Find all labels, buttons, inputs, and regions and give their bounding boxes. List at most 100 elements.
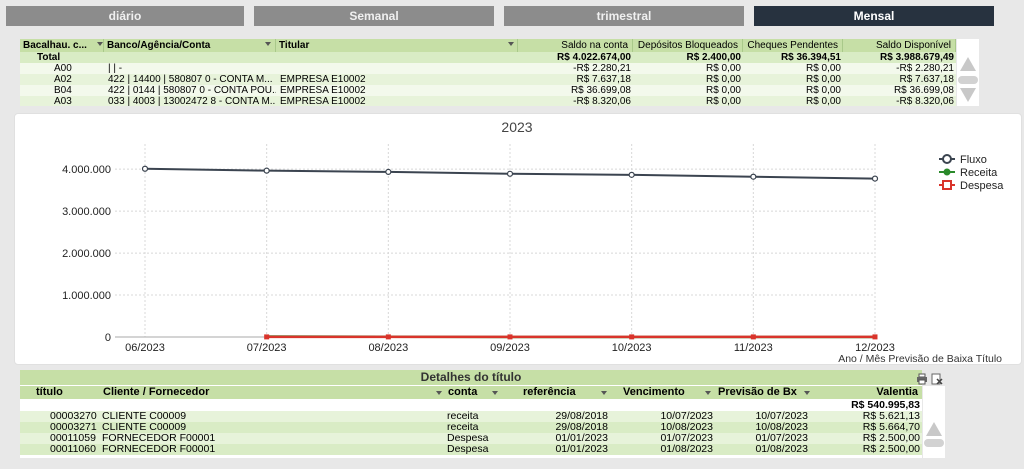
- table-row[interactable]: A02 422 | 14400 | 580807 0 - CONTA M... …: [20, 74, 956, 85]
- cell-disponivel: R$ 36.699,08: [893, 85, 954, 96]
- scroll-thumb[interactable]: [958, 76, 978, 84]
- cell-banco: 033 | 4003 | 13002472 8 - CONTA M...: [108, 96, 276, 106]
- col-header-disponivel[interactable]: Saldo Disponível: [843, 39, 956, 52]
- table-row[interactable]: 00011059 FORNECEDOR F00001 Despesa 01/01…: [20, 433, 922, 444]
- legend-label-receita: Receita: [960, 167, 998, 179]
- col-header-banco[interactable]: Banco/Agência/Conta: [104, 39, 276, 52]
- cell-conta: receita: [447, 422, 479, 433]
- table-row[interactable]: 00011060 FORNECEDOR F00001 Despesa 01/01…: [20, 444, 922, 455]
- point-despesa: [872, 334, 878, 340]
- x-axis-label: Ano / Mês Previsão de Baixa Título: [838, 353, 1002, 365]
- dropdown-arrow-icon[interactable]: [804, 391, 810, 395]
- col-header-previsao[interactable]: Previsão de Bx: [715, 386, 815, 399]
- cell-previsao: 01/08/2023: [755, 444, 808, 455]
- tab-semanal[interactable]: Semanal: [254, 6, 494, 26]
- dropdown-arrow-icon[interactable]: [436, 391, 442, 395]
- legend-marker-receita: [943, 168, 951, 176]
- cell-titulo: 00011060: [50, 444, 96, 455]
- dropdown-arrow-icon[interactable]: [601, 391, 607, 395]
- cell-referencia: 01/01/2023: [555, 444, 608, 455]
- cell-codigo: B04: [54, 85, 72, 96]
- col-header-titulo[interactable]: título: [20, 386, 100, 399]
- export-excel-icon[interactable]: [931, 373, 943, 385]
- x-tick-label: 07/2023: [247, 342, 287, 354]
- table-row[interactable]: 00003271 CLIENTE C00009 receita 29/08/20…: [20, 422, 922, 433]
- cell-saldo: R$ 7.637,18: [576, 74, 632, 85]
- cell-cheques: R$ 0,00: [805, 74, 841, 85]
- cell-banco: 422 | 14400 | 580807 0 - CONTA M...: [108, 74, 273, 85]
- dropdown-arrow-icon[interactable]: [705, 391, 711, 395]
- table-row[interactable]: 00003270 CLIENTE C00009 receita 29/08/20…: [20, 411, 922, 422]
- col-header-conta[interactable]: conta: [445, 386, 520, 399]
- legend-marker-despesa: [942, 180, 952, 190]
- details-scrollbar[interactable]: [923, 386, 945, 458]
- col-header-titular[interactable]: Titular: [276, 39, 518, 52]
- scroll-thumb[interactable]: [924, 439, 944, 447]
- details-table: Detalhes do título título Cliente / Forn…: [20, 370, 922, 458]
- cell-titular: EMPRESA E10002: [280, 74, 366, 85]
- dropdown-arrow-icon[interactable]: [492, 391, 498, 395]
- cell-bloqueados: R$ 0,00: [705, 74, 741, 85]
- cell-bloqueados: R$ 0,00: [705, 85, 741, 96]
- details-total-valor: R$ 540.995,83: [851, 400, 920, 411]
- scroll-down-icon[interactable]: [960, 88, 976, 102]
- cell-disponivel: -R$ 2.280,21: [896, 63, 954, 74]
- cell-valor: R$ 5.621,13: [862, 411, 920, 422]
- cell-saldo: R$ 36.699,08: [570, 85, 631, 96]
- x-tick-label: 09/2023: [490, 342, 530, 354]
- col-header-bloqueados[interactable]: Depósitos Bloqueados: [633, 39, 743, 52]
- details-total-row: R$ 540.995,83: [20, 400, 922, 411]
- table-row[interactable]: A00 | | - -R$ 2.280,21 R$ 0,00 R$ 0,00 -…: [20, 63, 956, 74]
- cell-vencimento: 10/07/2023: [660, 411, 713, 422]
- cell-conta: receita: [447, 411, 479, 422]
- tab-trimestral[interactable]: trimestral: [504, 6, 744, 26]
- cell-banco: | | -: [108, 63, 123, 74]
- cell-titulo: 00003271: [50, 422, 97, 433]
- total-bloqueados: R$ 2.400,00: [686, 52, 742, 63]
- cell-vencimento: 01/07/2023: [660, 433, 713, 444]
- col-header-valor[interactable]: Valentia: [815, 386, 922, 399]
- col-header-vencimento[interactable]: Vencimento: [620, 386, 715, 399]
- printer-icon[interactable]: [916, 373, 928, 385]
- point-fluxo: [871, 175, 879, 182]
- tab-mensal[interactable]: Mensal: [754, 6, 994, 26]
- col-header-cheques[interactable]: Cheques Pendentes: [743, 39, 843, 52]
- cell-titular: EMPRESA E10002: [280, 96, 366, 106]
- cell-cheques: R$ 0,00: [805, 96, 841, 106]
- cell-cliente: FORNECEDOR F00001: [102, 433, 216, 444]
- cell-valor: R$ 2.500,00: [862, 433, 920, 444]
- cell-valor: R$ 5.664,70: [862, 422, 920, 433]
- dropdown-arrow-icon[interactable]: [265, 42, 271, 46]
- cell-conta: Despesa: [447, 444, 489, 455]
- x-tick-label: 10/2023: [612, 342, 652, 354]
- dropdown-arrow-icon[interactable]: [97, 42, 103, 46]
- table-row[interactable]: B04 422 | 0144 | 580807 0 - CONTA POU...…: [20, 85, 956, 96]
- line-chart: 2023 Ano / Mês Previsão de Baixa Título …: [14, 113, 1022, 365]
- tab-diario[interactable]: diário: [6, 6, 244, 26]
- dropdown-arrow-icon[interactable]: [508, 42, 514, 46]
- point-despesa: [385, 334, 391, 340]
- scroll-up-icon[interactable]: [926, 422, 942, 436]
- total-saldo: R$ 4.022.674,00: [557, 52, 631, 63]
- cell-cliente: CLIENTE C00009: [102, 422, 187, 433]
- cell-saldo: -R$ 8.320,06: [573, 96, 631, 106]
- cell-codigo: A03: [54, 96, 72, 106]
- col-header-codigo[interactable]: Bacalhau. c...: [20, 39, 104, 52]
- point-despesa: [750, 334, 756, 340]
- cell-vencimento: 01/08/2023: [660, 444, 713, 455]
- table-row[interactable]: A03 033 | 4003 | 13002472 8 - CONTA M...…: [20, 96, 956, 106]
- accounts-scrollbar[interactable]: [957, 39, 979, 106]
- scroll-up-icon[interactable]: [960, 57, 976, 71]
- col-header-saldo[interactable]: Saldo na conta: [518, 39, 633, 52]
- legend-label-despesa: Despesa: [960, 180, 1004, 192]
- details-title: Detalhes do título: [20, 370, 922, 385]
- cell-saldo: -R$ 2.280,21: [573, 63, 631, 74]
- col-header-cliente[interactable]: Cliente / Fornecedor: [100, 386, 445, 399]
- point-fluxo: [141, 165, 149, 172]
- total-disponivel: R$ 3.988.679,49: [880, 52, 954, 63]
- point-fluxo: [385, 168, 392, 176]
- cell-referencia: 29/08/2018: [555, 422, 608, 433]
- cell-valor: R$ 2.500,00: [862, 444, 920, 455]
- y-tick-label: 3.000.000: [62, 206, 111, 218]
- total-label: Total: [37, 52, 61, 63]
